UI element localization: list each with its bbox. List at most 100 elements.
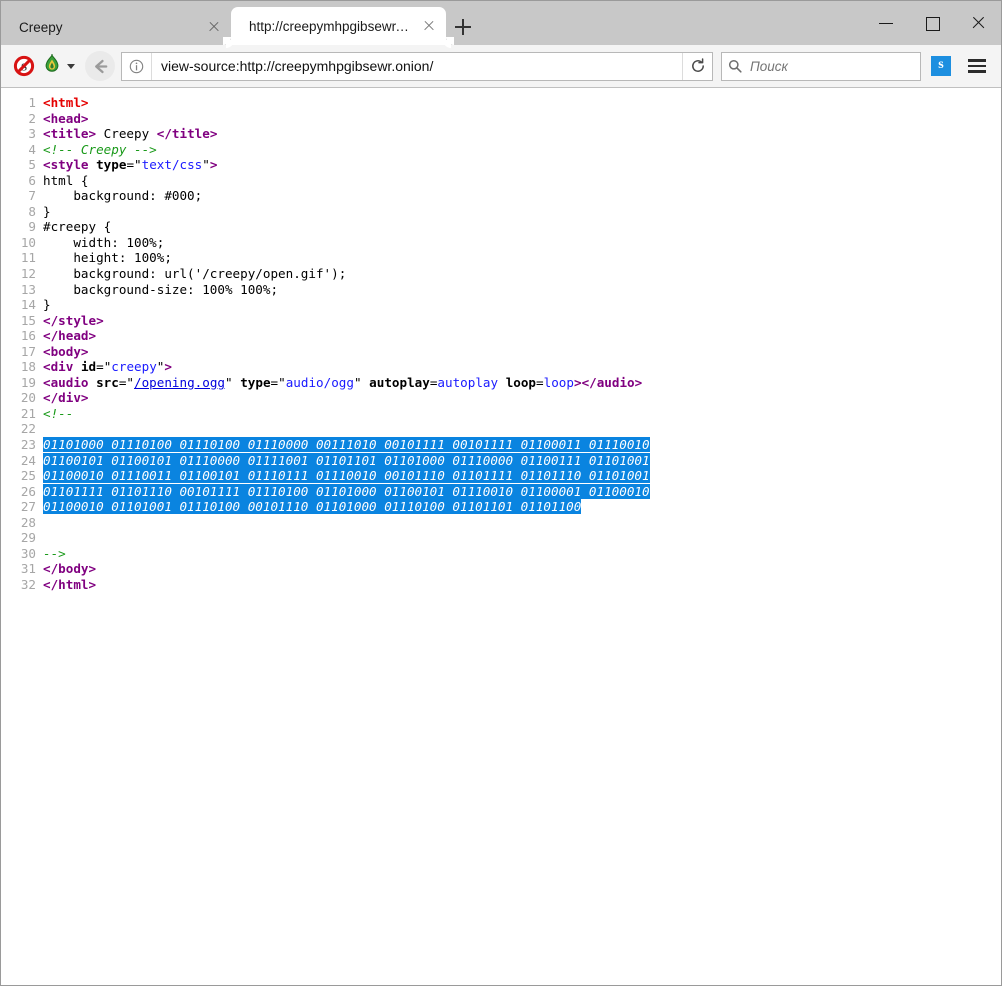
view-source-pane[interactable]: 1<html>2<head>3<title> Creepy </title>4<… [1, 88, 1001, 985]
line-number: 22 [1, 421, 43, 437]
code-token: background: #000; [43, 188, 202, 203]
maximize-icon[interactable] [909, 8, 955, 38]
source-line: 12 background: url('/creepy/open.gif'); [1, 266, 1001, 282]
code-token: " [225, 375, 233, 390]
source-line: 4<!-- Creepy --> [1, 142, 1001, 158]
reload-button[interactable] [682, 53, 712, 80]
tab-strip: Creepy http://creepymhpgibsewr.oni... [1, 1, 1001, 45]
window-controls [863, 1, 1001, 45]
code-token: audio/ogg [286, 375, 354, 390]
code-token: " [354, 375, 362, 390]
code-token [498, 375, 506, 390]
code-token [89, 375, 97, 390]
code-token: </div> [43, 390, 89, 405]
line-number: 14 [1, 297, 43, 313]
code-token: </title> [157, 126, 218, 141]
source-line: 11 height: 100%; [1, 250, 1001, 266]
line-number: 32 [1, 577, 43, 593]
line-number: 13 [1, 282, 43, 298]
tor-onion-button[interactable] [41, 53, 75, 80]
source-line: 6html { [1, 173, 1001, 189]
line-text: 01100010 01101001 01110100 00101110 0110… [43, 499, 1001, 515]
source-line: 10 width: 100%; [1, 235, 1001, 251]
line-text: <!-- [43, 406, 1001, 422]
line-number: 24 [1, 453, 43, 469]
tor-onion-icon [41, 53, 63, 80]
code-token: loop [544, 375, 574, 390]
source-line: 17<body> [1, 344, 1001, 360]
code-token: </style> [43, 313, 104, 328]
code-token: autoplay [437, 375, 498, 390]
source-link[interactable]: /opening.ogg [134, 375, 225, 390]
source-line: 7 background: #000; [1, 188, 1001, 204]
line-text: </head> [43, 328, 1001, 344]
code-token: 01101111 01101110 00101111 01110100 0110… [43, 484, 650, 499]
line-text: </div> [43, 390, 1001, 406]
source-line: 22 [1, 421, 1001, 437]
code-token: --> [43, 546, 66, 561]
line-number: 4 [1, 142, 43, 158]
line-number: 21 [1, 406, 43, 422]
line-text: background: #000; [43, 188, 1001, 204]
code-token: =" [96, 359, 111, 374]
code-token: <div [43, 359, 73, 374]
back-button[interactable] [85, 51, 115, 81]
line-number: 12 [1, 266, 43, 282]
source-line: 30--> [1, 546, 1001, 562]
code-token: = [536, 375, 544, 390]
new-tab-button[interactable] [446, 9, 480, 45]
close-icon[interactable] [420, 17, 438, 35]
source-line: 15</style> [1, 313, 1001, 329]
line-text: 01101000 01110100 01110100 01110000 0011… [43, 437, 1001, 453]
code-token: } [43, 204, 51, 219]
close-icon[interactable] [205, 18, 223, 36]
code-token: =" [119, 375, 134, 390]
line-number: 30 [1, 546, 43, 562]
line-number: 19 [1, 375, 43, 391]
code-token: > [574, 375, 582, 390]
code-token: > [210, 157, 218, 172]
source-line: 2401100101 01100101 01110000 01111001 01… [1, 453, 1001, 469]
line-number: 29 [1, 530, 43, 546]
code-token: id [81, 359, 96, 374]
code-token: <!-- Creepy --> [43, 142, 157, 157]
line-text: <style type="text/css"> [43, 157, 1001, 173]
code-token: </html> [43, 577, 96, 592]
source-line: 5<style type="text/css"> [1, 157, 1001, 173]
back-arrow-icon [91, 57, 110, 76]
identity-info-icon[interactable] [122, 53, 152, 80]
chevron-down-icon [67, 64, 75, 69]
code-token: <style [43, 157, 89, 172]
line-number: 7 [1, 188, 43, 204]
hamburger-menu-icon[interactable] [961, 51, 993, 81]
code-token: 01100010 01110011 01100101 01110111 0111… [43, 468, 650, 483]
line-text: background: url('/creepy/open.gif'); [43, 266, 1001, 282]
search-input[interactable] [748, 58, 920, 75]
code-token: src [96, 375, 119, 390]
tab-view-source[interactable]: http://creepymhpgibsewr.oni... [231, 7, 446, 45]
line-text: </style> [43, 313, 1001, 329]
code-token: height: 100%; [43, 250, 172, 265]
line-text: } [43, 297, 1001, 313]
code-token: </head> [43, 328, 96, 343]
search-bar[interactable] [721, 52, 921, 81]
source-line: 2<head> [1, 111, 1001, 127]
line-text [43, 421, 1001, 437]
code-token: type [240, 375, 270, 390]
line-text: --> [43, 546, 1001, 562]
url-text: view-source:http://creepymhpgibsewr.onio… [152, 58, 682, 74]
line-text: <!-- Creepy --> [43, 142, 1001, 158]
line-text: 01101111 01101110 00101111 01110100 0110… [43, 484, 1001, 500]
noscript-icon[interactable]: S [13, 55, 35, 77]
address-bar[interactable]: view-source:http://creepymhpgibsewr.onio… [121, 52, 713, 81]
tab-title: http://creepymhpgibsewr.oni... [249, 19, 420, 34]
tab-creepy[interactable]: Creepy [1, 9, 231, 45]
close-window-icon[interactable] [955, 8, 1001, 38]
line-number: 10 [1, 235, 43, 251]
code-token: <audio [43, 375, 89, 390]
minimize-icon[interactable] [863, 8, 909, 38]
line-text [43, 530, 1001, 546]
source-line: 20</div> [1, 390, 1001, 406]
code-token: autoplay [369, 375, 430, 390]
skype-extension-button[interactable]: s [931, 56, 951, 76]
